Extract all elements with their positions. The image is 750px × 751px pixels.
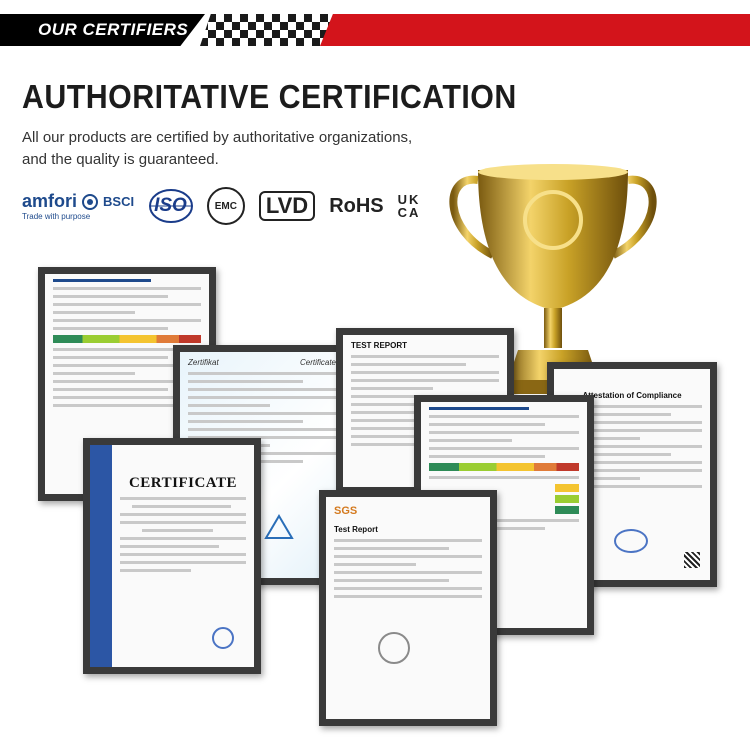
- certificate-frame-iso: CERTIFICATE: [83, 438, 261, 674]
- intro-line-2: and the quality is guaranteed.: [22, 151, 219, 168]
- tuv-triangle-icon: [264, 514, 294, 539]
- qr-code-icon: [684, 552, 700, 568]
- emc-wordmark: EMC: [214, 200, 237, 212]
- certificate-seal-icon: [212, 627, 234, 649]
- certificate-title: CERTIFICATE: [128, 475, 238, 491]
- intro-text: All our products are certified by author…: [22, 127, 442, 171]
- sgs-logo: SGS: [334, 505, 358, 517]
- emc-logo: EMC: [206, 187, 245, 225]
- certificate-label: Certificate: [299, 358, 336, 367]
- certificate-frame-sgs: SGS Test Report: [319, 490, 497, 726]
- zertifikat-label: Zertifikat: [188, 358, 219, 367]
- checkered-flag-pattern: [200, 14, 335, 46]
- rohs-wordmark: RoHS: [329, 194, 384, 217]
- intro-line-1: All our products are certified by author…: [22, 129, 413, 146]
- amfori-circle-icon: [82, 193, 99, 210]
- header-banner: OUR CERTIFIERS: [0, 0, 750, 60]
- lvd-wordmark: LVD: [265, 193, 309, 218]
- iso-logo: ISO: [148, 188, 194, 224]
- sgs-report-title: Test Report: [334, 525, 378, 534]
- banner-title: OUR CERTIFIERS: [38, 20, 189, 39]
- rohs-logo: RoHS: [329, 195, 383, 218]
- certificate-blue-border: [90, 445, 112, 667]
- amfori-wordmark: amfori: [22, 191, 78, 211]
- sgs-stamp-icon: [378, 632, 410, 664]
- ukca-logo: UK CA: [398, 193, 421, 219]
- bsci-wordmark: BSCI: [103, 194, 135, 209]
- test-report-title: TEST REPORT: [351, 341, 408, 350]
- amfori-logo: amfori BSCI Trade with purpose: [22, 191, 134, 221]
- iso-wordmark: ISO: [154, 195, 187, 216]
- page-title: AUTHORITATIVE CERTIFICATION: [22, 78, 517, 115]
- ukca-bottom: CA: [397, 205, 421, 220]
- amfori-tagline: Trade with purpose: [22, 212, 91, 221]
- seal-stamp-icon: [614, 529, 648, 553]
- lvd-logo: LVD: [258, 191, 316, 221]
- certifier-logos: amfori BSCI Trade with purpose ISO EMC L…: [22, 186, 420, 226]
- banner-red-stripe: [320, 14, 750, 46]
